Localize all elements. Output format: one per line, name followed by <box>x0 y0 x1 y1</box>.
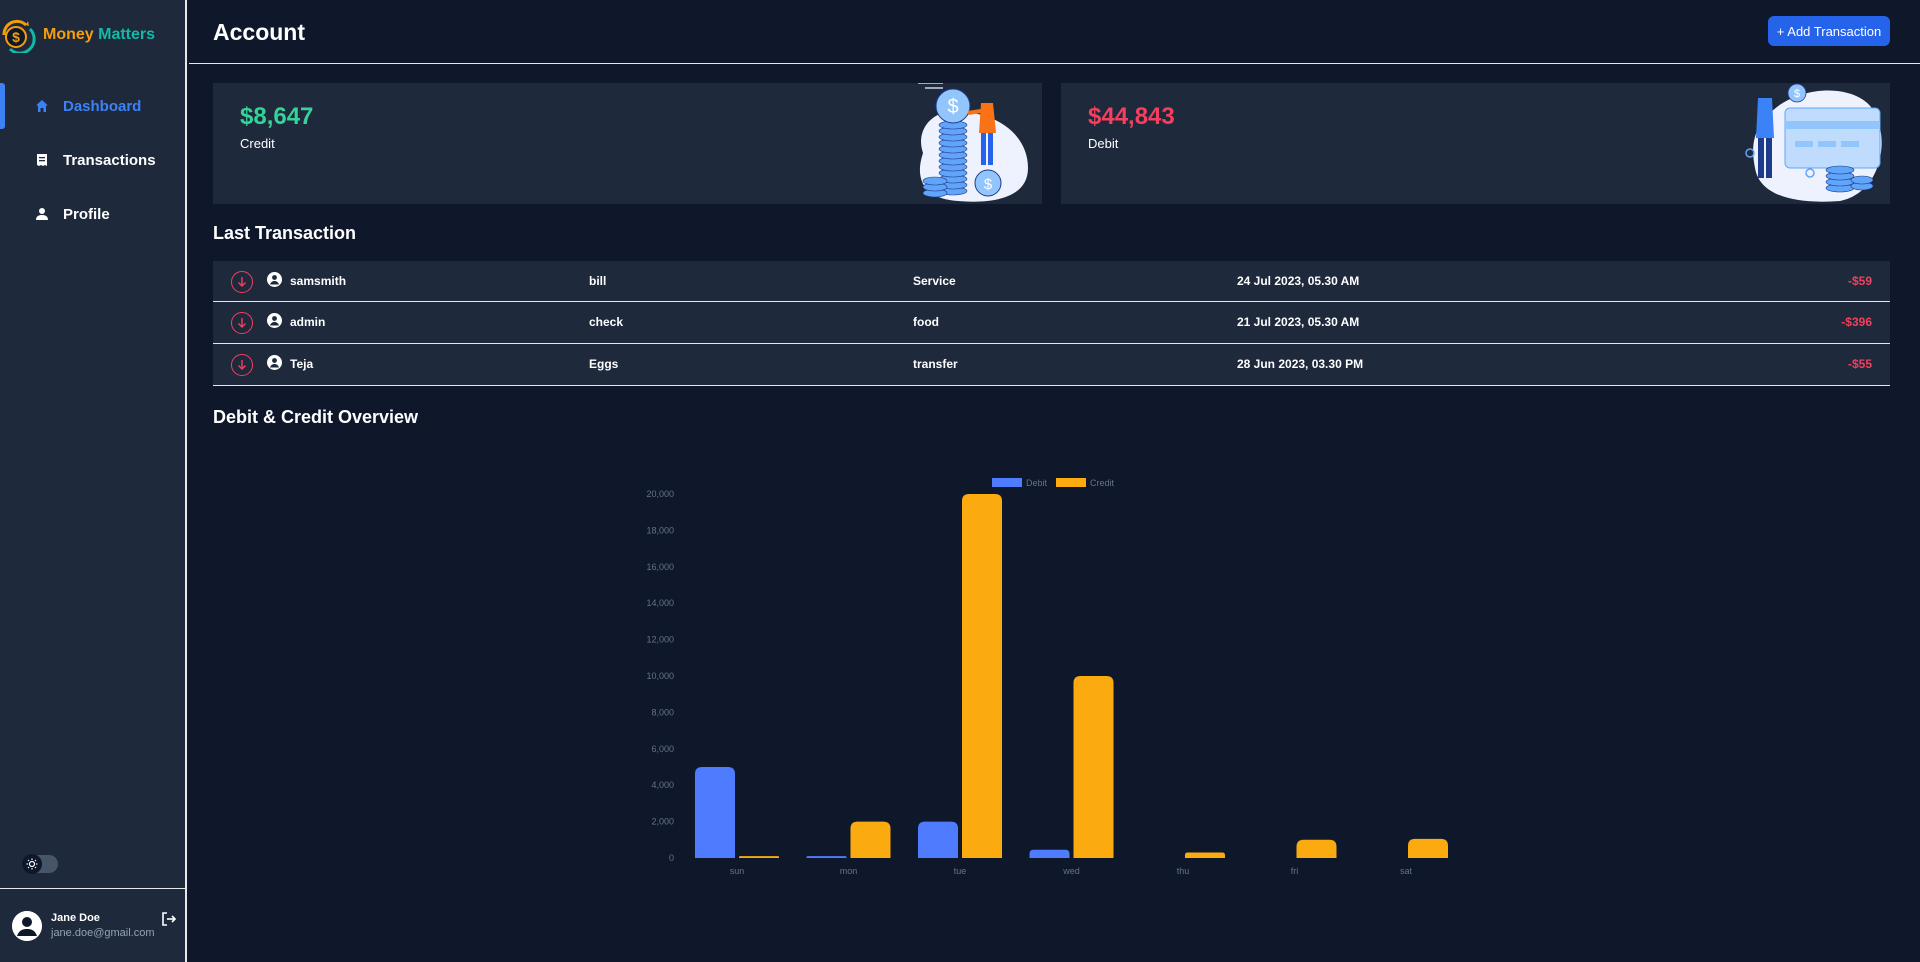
user-panel: Jane Doe jane.doe@gmail.com <box>0 888 185 962</box>
x-tick-label: sun <box>730 866 745 876</box>
y-tick-label: 2,000 <box>651 817 674 827</box>
sidebar-item-label: Dashboard <box>63 97 142 115</box>
user-name: Jane Doe <box>51 912 100 924</box>
home-icon <box>34 98 50 114</box>
brand-name-part2: Matters <box>98 26 156 43</box>
debit-label: Debit <box>1088 136 1119 151</box>
y-tick-label: 20,000 <box>646 489 674 499</box>
transactions-table: samsmith bill Service 24 Jul 2023, 05.30… <box>213 261 1890 386</box>
tx-date: 21 Jul 2023, 05.30 AM <box>1237 315 1360 329</box>
tx-category: transfer <box>913 357 958 371</box>
bar-chart-svg: 0 2,000 4,000 6,000 8,000 10,000 12,000 14,000 1… <box>646 478 1448 876</box>
sidebar: $ Money Matters Dashboard Transactions P… <box>0 0 187 962</box>
logout-icon[interactable] <box>160 910 178 928</box>
add-transaction-button[interactable]: + Add Transaction <box>1768 16 1890 46</box>
arrow-down-icon <box>231 312 253 334</box>
legend-label: Debit <box>1026 478 1048 488</box>
bar-credit-sun <box>739 856 779 858</box>
y-tick-label: 14,000 <box>646 598 674 608</box>
overview-title: Debit & Credit Overview <box>213 407 419 427</box>
user-circle-icon <box>267 355 282 370</box>
user-email: jane.doe@gmail.com <box>51 927 155 939</box>
y-tick-label: 6,000 <box>651 744 674 754</box>
theme-toggle[interactable] <box>22 854 58 874</box>
x-tick-label: tue <box>954 866 967 876</box>
user-circle-icon <box>267 313 282 328</box>
bar-credit-thu <box>1185 852 1225 858</box>
bar-credit-tue <box>962 494 1002 858</box>
avatar[interactable] <box>12 911 42 941</box>
x-tick-label: fri <box>1291 866 1299 876</box>
credit-amount: $8,647 <box>240 103 314 130</box>
receipt-icon <box>34 152 50 168</box>
y-tick-label: 0 <box>669 853 674 863</box>
x-tick-label: thu <box>1177 866 1190 876</box>
arrow-down-icon <box>231 354 253 376</box>
tx-category: Service <box>913 274 956 288</box>
coins-illustration: $ $ <box>918 83 1028 202</box>
x-tick-label: wed <box>1062 866 1080 876</box>
tx-user: admin <box>290 315 326 329</box>
tx-user: samsmith <box>290 274 347 288</box>
arrow-down-icon <box>231 271 253 293</box>
credit-label: Credit <box>240 136 275 151</box>
last-transaction-title: Last Transaction <box>213 223 357 243</box>
brand-name-part1: Money <box>43 26 94 43</box>
debit-amount: $44,843 <box>1088 103 1175 130</box>
svg-text:$: $ <box>947 96 958 118</box>
user-circle-icon <box>267 272 282 287</box>
svg-text:$: $ <box>984 176 993 193</box>
y-tick-label: 4,000 <box>651 780 674 790</box>
table-row[interactable]: samsmith bill Service 24 Jul 2023, 05.30… <box>213 261 1890 302</box>
bar-credit-mon <box>850 821 891 858</box>
debit-summary-card: $44,843 Debit $ <box>1061 83 1890 204</box>
legend-swatch-credit <box>1056 478 1086 487</box>
y-tick-label: 12,000 <box>646 635 674 645</box>
brand-name: Money Matters <box>43 26 155 44</box>
sidebar-item-profile[interactable]: Profile <box>0 191 185 237</box>
tx-name: bill <box>589 274 607 288</box>
tx-user: Teja <box>290 357 314 371</box>
user-icon <box>34 206 50 222</box>
debit-credit-chart: 0 2,000 4,000 6,000 8,000 10,000 12,000 14,000 1… <box>620 470 1460 880</box>
x-tick-label: sat <box>1400 866 1413 876</box>
x-tick-label: mon <box>840 866 858 876</box>
card-payment-illustration: $ <box>1745 83 1882 202</box>
tx-category: food <box>913 315 939 329</box>
y-tick-label: 18,000 <box>646 525 674 535</box>
legend-label: Credit <box>1090 478 1115 488</box>
tx-name: Eggs <box>589 357 619 371</box>
bar-credit-sat <box>1408 838 1448 858</box>
bar-debit-mon <box>806 856 847 858</box>
legend-swatch-debit <box>992 478 1022 487</box>
sidebar-item-transactions[interactable]: Transactions <box>0 137 185 183</box>
tx-amount: -$59 <box>1847 274 1872 288</box>
bar-debit-sun <box>695 767 735 858</box>
page-title: Account <box>213 19 305 45</box>
sun-icon <box>22 854 42 874</box>
bar-credit-wed <box>1073 676 1114 858</box>
bar-credit-fri <box>1296 839 1337 858</box>
svg-text:$: $ <box>12 29 20 45</box>
money-bag-logo-icon: $ <box>0 17 36 55</box>
credit-summary-card: $8,647 Credit $ $ <box>213 83 1042 204</box>
y-tick-label: 8,000 <box>651 707 674 717</box>
tx-amount: -$396 <box>1841 315 1872 329</box>
sidebar-item-dashboard[interactable]: Dashboard <box>0 83 185 129</box>
table-row[interactable]: Teja Eggs transfer 28 Jun 2023, 03.30 PM… <box>213 344 1890 386</box>
bar-debit-tue <box>918 821 958 858</box>
tx-date: 24 Jul 2023, 05.30 AM <box>1237 274 1360 288</box>
sidebar-item-label: Transactions <box>63 151 156 169</box>
tx-date: 28 Jun 2023, 03.30 PM <box>1237 357 1364 371</box>
app-logo[interactable]: $ Money Matters <box>0 14 155 56</box>
tx-amount: -$55 <box>1847 357 1872 371</box>
y-tick-label: 16,000 <box>646 562 674 572</box>
top-header: Account + Add Transaction <box>189 0 1920 64</box>
sidebar-item-label: Profile <box>63 205 110 223</box>
table-row[interactable]: admin check food 21 Jul 2023, 05.30 AM -… <box>213 302 1890 344</box>
y-tick-label: 10,000 <box>646 671 674 681</box>
tx-name: check <box>589 315 624 329</box>
svg-text:$: $ <box>1794 88 1800 100</box>
bar-debit-wed <box>1029 849 1070 858</box>
